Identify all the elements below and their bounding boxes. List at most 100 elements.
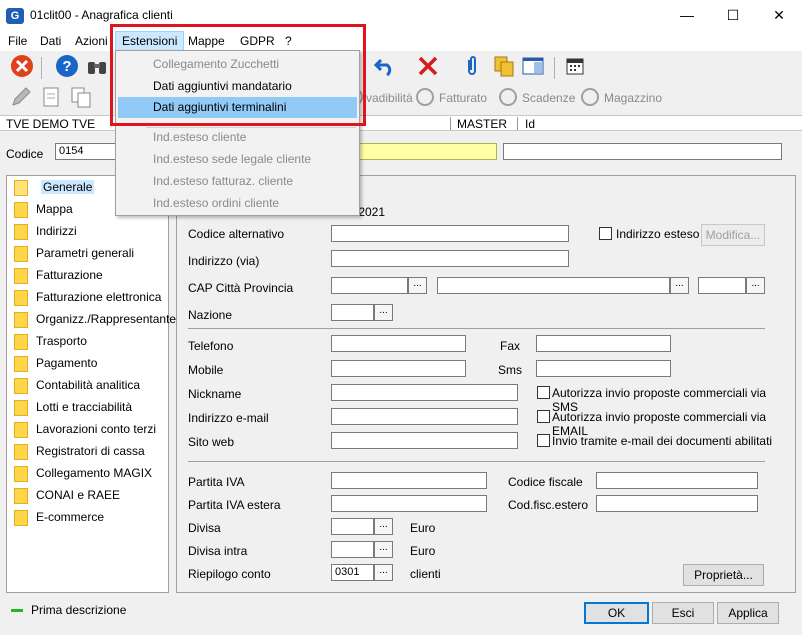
esci-button[interactable]: Esci	[652, 602, 714, 624]
codice-fiscale-input[interactable]	[596, 472, 758, 489]
tree-item-ecommerce[interactable]: E-commerce	[14, 508, 170, 528]
attachment-icon[interactable]	[459, 54, 485, 80]
scadenze-label[interactable]: Scadenze	[522, 91, 575, 105]
nazione-input[interactable]	[331, 304, 374, 321]
tree-item-label: Indirizzi	[36, 224, 77, 238]
app-icon: G	[6, 8, 24, 24]
tree-item-contabilita-analitica[interactable]: Contabilità analitica	[14, 376, 170, 396]
nickname-input[interactable]	[331, 384, 518, 401]
citta-input[interactable]	[437, 277, 670, 294]
divisa-intra-label: Divisa intra	[188, 544, 248, 558]
provincia-input[interactable]	[698, 277, 746, 294]
highlight-annotation-box	[110, 24, 366, 126]
menu-item-ind-esteso-cliente[interactable]: Ind.esteso cliente	[118, 127, 357, 148]
partita-iva-estera-input[interactable]	[331, 495, 487, 512]
tree-item-label: Contabilità analitica	[36, 378, 141, 392]
scadenze-icon[interactable]	[499, 88, 517, 106]
cod-fisc-estero-input[interactable]	[596, 495, 758, 512]
invio-email-checkbox[interactable]	[537, 434, 550, 447]
minimize-button[interactable]: —	[664, 0, 710, 31]
codice-extra-input[interactable]	[503, 143, 782, 160]
nazione-lookup-button[interactable]: ...	[374, 304, 393, 321]
menu-file[interactable]: File	[2, 31, 33, 51]
menu-azioni[interactable]: Azioni	[69, 31, 114, 51]
exit-icon[interactable]	[9, 54, 35, 80]
tree-item-label: Registratori di cassa	[36, 444, 145, 458]
divisa-input[interactable]	[331, 518, 374, 535]
folder-icon	[14, 224, 28, 240]
provincia-lookup-button[interactable]: ...	[746, 277, 765, 294]
citta-lookup-button[interactable]: ...	[670, 277, 689, 294]
binoculars-icon[interactable]	[84, 54, 110, 80]
folder-icon	[14, 400, 28, 416]
sms-input[interactable]	[536, 360, 671, 377]
indirizzo-esteso-checkbox[interactable]	[599, 227, 612, 240]
tree-item-fatturazione-elettronica[interactable]: Fatturazione elettronica	[14, 288, 170, 308]
maximize-button[interactable]: ☐	[710, 0, 756, 31]
invio-email-label: Invio tramite e-mail dei documenti abili…	[552, 434, 773, 448]
ok-button[interactable]: OK	[584, 602, 649, 624]
applica-button[interactable]: Applica	[717, 602, 779, 624]
divisa-intra-input[interactable]	[331, 541, 374, 558]
calendar-icon[interactable]	[562, 54, 588, 80]
codice-alternativo-input[interactable]	[331, 225, 569, 242]
undo-icon[interactable]	[372, 54, 398, 80]
mobile-input[interactable]	[331, 360, 466, 377]
menu-item-ind-esteso-sede-legale[interactable]: Ind.esteso sede legale cliente	[118, 149, 357, 170]
partita-iva-input[interactable]	[331, 472, 487, 489]
delete-icon[interactable]	[415, 54, 441, 80]
tree-item-organizz-rappresentante[interactable]: Organizz./Rappresentante	[14, 310, 176, 330]
folder-icon	[14, 510, 28, 526]
tree-item-parametri-generali[interactable]: Parametri generali	[14, 244, 170, 264]
tree-item-conai[interactable]: CONAI e RAEE	[14, 486, 170, 506]
proprieta-button[interactable]: Proprietà...	[683, 564, 764, 586]
email-input[interactable]	[331, 408, 518, 425]
autorizza-email-checkbox[interactable]	[537, 410, 550, 423]
svg-text:?: ?	[62, 58, 71, 75]
documents-icon[interactable]	[491, 54, 517, 80]
help-icon[interactable]: ?	[54, 54, 80, 80]
status-text: Prima descrizione	[31, 603, 127, 617]
riepilogo-lookup-button[interactable]: ...	[374, 564, 393, 581]
fatturato-icon[interactable]	[416, 88, 434, 106]
fatturato-label[interactable]: Fatturato	[439, 91, 487, 105]
general-form-panel: /2021 Codice alternativo Indirizzo estes…	[176, 175, 796, 593]
cap-input[interactable]	[331, 277, 408, 294]
layout-icon[interactable]	[520, 54, 546, 80]
tree-item-label: Lavorazioni conto terzi	[36, 422, 157, 436]
tree-item-registratori[interactable]: Registratori di cassa	[14, 442, 170, 462]
autorizza-sms-checkbox[interactable]	[537, 386, 550, 399]
telefono-input[interactable]	[331, 335, 466, 352]
menu-item-ind-esteso-fatturaz[interactable]: Ind.esteso fatturaz. cliente	[118, 171, 357, 192]
tree-item-fatturazione[interactable]: Fatturazione	[14, 266, 170, 286]
copy-document-icon[interactable]	[68, 85, 94, 111]
tree-item-lavorazioni[interactable]: Lavorazioni conto terzi	[14, 420, 170, 440]
nickname-label: Nickname	[188, 387, 242, 401]
section-divider	[188, 328, 765, 329]
pencil-icon[interactable]	[8, 85, 34, 111]
magazzino-icon[interactable]	[581, 88, 599, 106]
riepilogo-conto-input[interactable]: 0301	[331, 564, 374, 581]
divisa-intra-lookup-button[interactable]: ...	[374, 541, 393, 558]
tree-item-pagamento[interactable]: Pagamento	[14, 354, 170, 374]
indirizzo-via-input[interactable]	[331, 250, 569, 267]
fax-input[interactable]	[536, 335, 671, 352]
modifica-button[interactable]: Modifica...	[701, 224, 765, 246]
evadibilita-label[interactable]: vadibilità	[366, 91, 413, 105]
tree-item-trasporto[interactable]: Trasporto	[14, 332, 170, 352]
tree-item-magix[interactable]: Collegamento MAGIX	[14, 464, 170, 484]
tree-item-indirizzi[interactable]: Indirizzi	[14, 222, 170, 242]
magazzino-label[interactable]: Magazzino	[604, 91, 662, 105]
close-button[interactable]: ✕	[756, 0, 802, 31]
tree-item-lotti[interactable]: Lotti e tracciabilità	[14, 398, 170, 418]
sms-label: Sms	[498, 363, 522, 377]
cliente-name-input[interactable]	[352, 143, 497, 160]
new-document-icon[interactable]	[38, 85, 64, 111]
cap-lookup-button[interactable]: ...	[408, 277, 427, 294]
tree-item-label: Trasporto	[36, 334, 87, 348]
divisa-lookup-button[interactable]: ...	[374, 518, 393, 535]
tree-item-label: Organizz./Rappresentante	[36, 312, 177, 326]
menu-item-ind-esteso-ordini[interactable]: Ind.esteso ordini cliente	[118, 193, 357, 214]
sito-web-input[interactable]	[331, 432, 518, 449]
menu-dati[interactable]: Dati	[34, 31, 67, 51]
